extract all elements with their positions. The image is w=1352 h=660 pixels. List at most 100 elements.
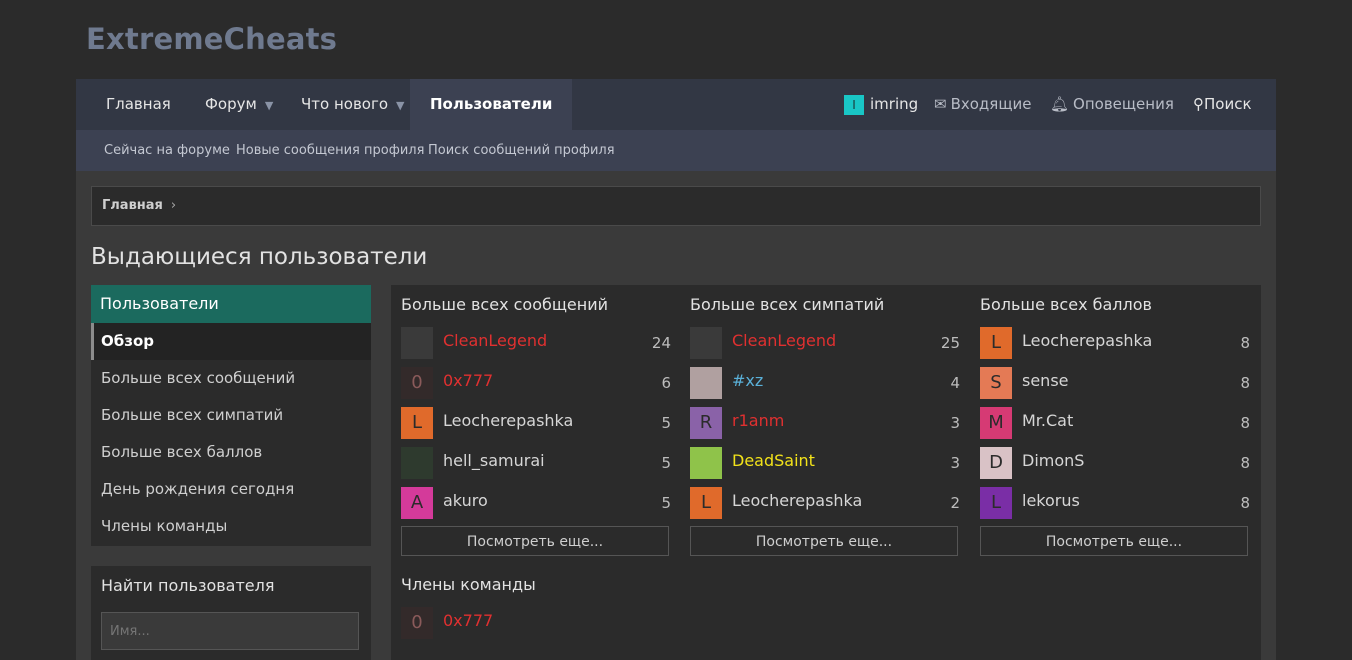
member-name-link[interactable]: #xz [732, 371, 763, 390]
member-count: 5 [661, 414, 671, 432]
member-count: 6 [661, 374, 671, 392]
member-row: Llekorus 8 [980, 487, 1250, 519]
member-avatar[interactable]: L [401, 407, 433, 439]
member-avatar[interactable]: S [980, 367, 1012, 399]
sidebar-item-staff[interactable]: Члены команды [91, 508, 371, 545]
chevron-down-icon[interactable]: ▼ [265, 99, 273, 112]
member-name-link[interactable]: akuro [443, 491, 488, 510]
nav-forum-label: Форум [205, 95, 257, 113]
site-logo[interactable]: ExtremeCheats [86, 22, 337, 56]
find-member-block: Найти пользователя [91, 566, 371, 660]
member-count: 4 [950, 374, 960, 392]
member-count: 8 [1240, 414, 1250, 432]
member-name-link[interactable]: Mr.Cat [1022, 411, 1073, 430]
member-name-link[interactable]: sense [1022, 371, 1069, 390]
member-avatar[interactable]: L [980, 487, 1012, 519]
member-avatar[interactable]: R [690, 407, 722, 439]
member-row: D DimonS 8 [980, 447, 1250, 479]
nav-search[interactable]: ⚲Поиск [1193, 79, 1252, 130]
subnav-new-profile-posts[interactable]: Новые сообщения профиля [236, 130, 424, 171]
chevron-down-icon[interactable]: ▼ [396, 99, 404, 112]
sidebar-item-overview[interactable]: Обзор [91, 323, 371, 360]
member-count: 8 [1240, 374, 1250, 392]
member-avatar[interactable]: 0 [401, 367, 433, 399]
sidebar-menu: Пользователи Обзор Больше всех сообщений… [91, 285, 371, 546]
view-more-button[interactable]: Посмотреть еще... [690, 526, 958, 556]
member-avatar[interactable]: D [980, 447, 1012, 479]
member-avatar[interactable]: L [690, 487, 722, 519]
page-title: Выдающиеся пользователи [91, 244, 428, 270]
member-row: #xz 4 [690, 367, 960, 399]
member-name-link[interactable]: DimonS [1022, 451, 1084, 470]
member-name-link[interactable]: lekorus [1022, 491, 1080, 510]
member-avatar[interactable]: 0 [401, 607, 433, 639]
nav-alerts[interactable]: 🔔︎ Оповещения [1050, 79, 1174, 130]
search-label: Поиск [1204, 95, 1252, 113]
nav-home[interactable]: Главная [106, 79, 171, 130]
member-avatar[interactable] [690, 327, 722, 359]
breadcrumb-home[interactable]: Главная › [102, 187, 176, 225]
member-avatar[interactable] [690, 447, 722, 479]
nav-members[interactable]: Пользователи [410, 79, 573, 130]
sidebar-item-most-messages[interactable]: Больше всех сообщений [91, 360, 371, 397]
nav-user[interactable]: Iimring [844, 79, 918, 130]
member-count: 5 [661, 494, 671, 512]
member-name-link[interactable]: Leocherepashka [732, 491, 862, 510]
main-navbar: Главная Форум ▼ Что нового ▼ Пользователи … [76, 79, 1276, 130]
member-row: M Mr.Cat 8 [980, 407, 1250, 439]
member-name-link[interactable]: DeadSaint [732, 451, 815, 470]
subnav-search-profile-posts[interactable]: Поиск сообщений профиля [428, 130, 615, 171]
sidebar-item-most-likes[interactable]: Больше всех симпатий [91, 397, 371, 434]
leaderboard-title[interactable]: Больше всех баллов [980, 295, 1152, 314]
member-row: hell_samurai 5 [401, 447, 671, 479]
member-row: 0 0x777 [401, 607, 671, 639]
view-more-button[interactable]: Посмотреть еще... [401, 526, 669, 556]
member-name-link[interactable]: r1anm [732, 411, 784, 430]
nav-whats-new[interactable]: Что нового ▼ [301, 79, 405, 130]
member-count: 8 [1240, 494, 1250, 512]
inbox-label: Входящие [950, 95, 1032, 113]
page-container: Главная Форум ▼ Что нового ▼ Пользователи … [76, 79, 1276, 660]
alerts-label: Оповещения [1073, 95, 1174, 113]
member-row: Ssense 8 [980, 367, 1250, 399]
member-avatar[interactable] [401, 447, 433, 479]
leaderboard-title[interactable]: Больше всех сообщений [401, 295, 608, 314]
sidebar-header: Пользователи [91, 285, 371, 323]
sidebar-item-birthdays[interactable]: День рождения сегодня [91, 471, 371, 508]
member-avatar[interactable] [401, 327, 433, 359]
member-avatar[interactable] [690, 367, 722, 399]
member-row: L Leocherepashka 5 [401, 407, 671, 439]
envelope-icon: ✉ [934, 95, 947, 113]
member-name-link[interactable]: 0x777 [443, 371, 493, 390]
member-name-link[interactable]: Leocherepashka [443, 411, 573, 430]
breadcrumb-home-label: Главная [102, 198, 163, 213]
sidebar-item-most-points[interactable]: Больше всех баллов [91, 434, 371, 471]
member-name-link[interactable]: Leocherepashka [1022, 331, 1152, 350]
leaderboard-title[interactable]: Больше всех симпатий [690, 295, 884, 314]
member-row: CleanLegend 24 [401, 327, 671, 359]
member-count: 8 [1240, 334, 1250, 352]
member-name-link[interactable]: CleanLegend [732, 331, 836, 350]
member-row: DeadSaint 3 [690, 447, 960, 479]
nav-members-label: Пользователи [430, 95, 553, 113]
member-name-input[interactable] [101, 612, 359, 650]
member-row: Rr1anm 3 [690, 407, 960, 439]
view-more-button[interactable]: Посмотреть еще... [980, 526, 1248, 556]
sub-navbar: Сейчас на форуме Новые сообщения профиля… [76, 130, 1276, 171]
member-count: 3 [950, 414, 960, 432]
staff-title: Члены команды [401, 575, 536, 594]
nav-whats-new-label: Что нового [301, 95, 389, 113]
member-name-link[interactable]: CleanLegend [443, 331, 547, 350]
nav-forum[interactable]: Форум ▼ [205, 79, 273, 130]
member-row: CleanLegend 25 [690, 327, 960, 359]
member-avatar[interactable]: A [401, 487, 433, 519]
nav-inbox[interactable]: ✉ Входящие [934, 79, 1031, 130]
member-avatar[interactable]: M [980, 407, 1012, 439]
subnav-online-now[interactable]: Сейчас на форуме [104, 130, 230, 171]
member-name-link[interactable]: 0x777 [443, 611, 493, 630]
member-count: 8 [1240, 454, 1250, 472]
find-member-title: Найти пользователя [101, 576, 275, 595]
breadcrumb: Главная › [91, 186, 1261, 226]
member-name-link[interactable]: hell_samurai [443, 451, 545, 470]
member-avatar[interactable]: L [980, 327, 1012, 359]
